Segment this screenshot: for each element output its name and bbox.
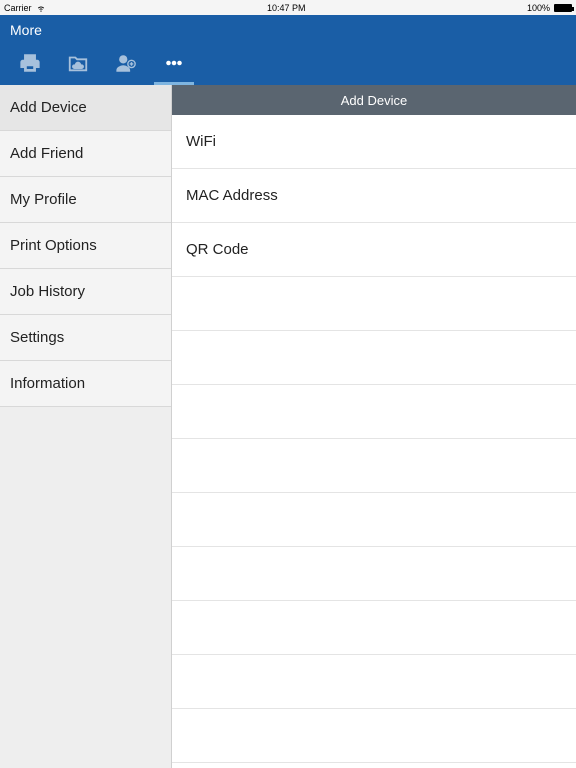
sidebar-item-information[interactable]: Information [0,361,171,407]
nav-title: More [10,22,42,38]
sidebar-item-settings[interactable]: Settings [0,315,171,361]
section-header-label: Add Device [341,93,407,108]
cloud-folder-icon [67,52,89,79]
list-item-label: WiFi [186,133,216,150]
list-item-mac-address[interactable]: MAC Address [172,169,576,223]
tab-add-friend[interactable] [102,45,150,85]
sidebar-item-label: Add Friend [10,145,83,162]
sidebar-item-print-options[interactable]: Print Options [0,223,171,269]
section-header: Add Device [172,85,576,115]
status-bar: Carrier 10:47 PM 100% [0,0,576,15]
tab-cloud-folder[interactable] [54,45,102,85]
device-method-list: WiFi MAC Address QR Code [172,115,576,768]
sidebar-item-label: Print Options [10,237,97,254]
wifi-icon [36,3,46,13]
list-item-empty [172,709,576,763]
sidebar-item-add-device[interactable]: Add Device [0,85,171,131]
list-item-empty [172,277,576,331]
nav-bar: More [0,15,576,45]
tab-print[interactable] [6,45,54,85]
sidebar-item-label: Settings [10,329,64,346]
sidebar-item-my-profile[interactable]: My Profile [0,177,171,223]
list-item-empty [172,385,576,439]
sidebar: Add Device Add Friend My Profile Print O… [0,85,172,768]
list-item-wifi[interactable]: WiFi [172,115,576,169]
list-item-label: QR Code [186,241,249,258]
battery-icon [554,4,572,12]
sidebar-item-label: Information [10,375,85,392]
list-item-label: MAC Address [186,187,278,204]
printer-icon [19,52,41,79]
list-item-empty [172,601,576,655]
list-item-empty [172,439,576,493]
list-item-empty [172,547,576,601]
toolbar [0,45,576,85]
list-item-empty [172,655,576,709]
more-icon [163,52,185,79]
list-item-qr-code[interactable]: QR Code [172,223,576,277]
list-item-empty [172,331,576,385]
main-panel: Add Device WiFi MAC Address QR Code [172,85,576,768]
sidebar-item-job-history[interactable]: Job History [0,269,171,315]
battery-percent: 100% [527,3,550,13]
carrier-label: Carrier [4,3,32,13]
status-time: 10:47 PM [267,3,306,13]
sidebar-item-label: Job History [10,283,85,300]
sidebar-item-label: My Profile [10,191,77,208]
tab-more[interactable] [150,45,198,85]
sidebar-item-add-friend[interactable]: Add Friend [0,131,171,177]
add-friend-icon [115,52,137,79]
sidebar-item-label: Add Device [10,99,87,116]
list-item-empty [172,493,576,547]
